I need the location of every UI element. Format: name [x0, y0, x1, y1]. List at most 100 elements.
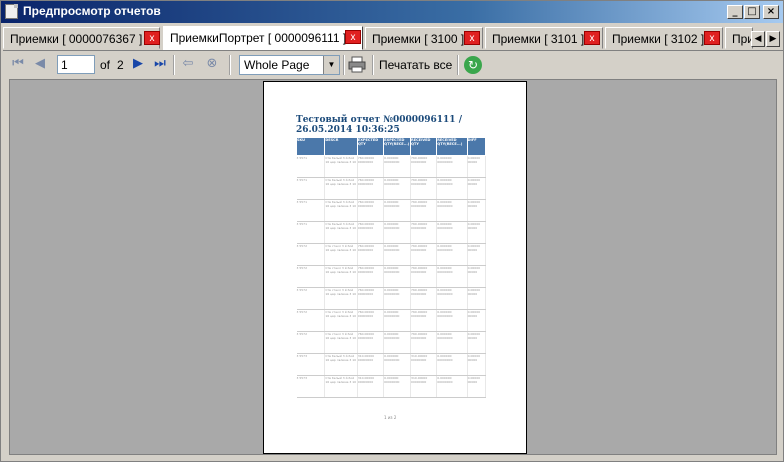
table-cell: 3 5573	[296, 375, 326, 398]
table-cell: 760.00000 00000000	[357, 243, 385, 266]
report-page: Тестовый отчет №0000096111 / 26.05.2014 …	[263, 81, 527, 454]
previous-page-icon[interactable]: ◀	[31, 55, 49, 73]
table-cell: 3 5572	[296, 243, 326, 266]
next-page-icon[interactable]: ▶	[129, 55, 147, 73]
toolbar-separator	[457, 55, 459, 75]
table-cell: Ств стекл 3 й бой 16 цвр лвлиме 3 10	[324, 287, 358, 310]
table-cell: Ств стекл 3 й бой 16 цвр лвлиме 3 10	[324, 243, 358, 266]
table-cell: 0.00000 00000	[467, 177, 487, 200]
column-header: EXPECTED QTY	[356, 137, 385, 156]
table-row: 3 5572 Ств стекл 3 й бой 16 цвр лвлиме 3 …	[296, 331, 487, 354]
table-cell: 760.00000 00000000	[410, 155, 438, 178]
tab-report[interactable]: Приемки [ 3100 ] x	[365, 27, 483, 49]
table-cell: 0.000000 00000000	[383, 221, 412, 244]
column-header: EXPECTED QTY(RECE...)	[383, 137, 412, 156]
table-cell: 0.00000 00000	[467, 155, 487, 178]
tab-report[interactable]: Приемки [ 3101 ] x	[485, 27, 603, 49]
table-row: 3 5571 Ств белый 3 й бой 16 цвр лвлиме 3 …	[296, 155, 487, 178]
close-tab-icon[interactable]: x	[345, 30, 361, 44]
toolbar-separator	[372, 55, 374, 75]
column-header: DIFF	[466, 137, 487, 156]
table-cell: 0.00000 00000	[467, 353, 487, 376]
table-cell: 760.00000 00000000	[410, 177, 438, 200]
table-cell: 310.00000 00000000	[357, 353, 385, 376]
table-cell: 0.000000 00000000	[383, 177, 412, 200]
tab-scroll-left-button[interactable]: ◀	[751, 31, 765, 47]
table-cell: 760.00000 00000000	[410, 287, 438, 310]
tab-scroll-right-button[interactable]: ▶	[766, 31, 780, 47]
refresh-icon[interactable]: ↻	[464, 56, 482, 74]
document-icon	[5, 4, 18, 19]
report-viewer[interactable]: Тестовый отчет №0000096111 / 26.05.2014 …	[9, 79, 777, 455]
table-cell: 760.00000 00000000	[357, 309, 385, 332]
toolbar-separator	[343, 55, 345, 75]
table-cell: 760.00000 00000000	[410, 309, 438, 332]
table-cell: 3 5571	[296, 177, 326, 200]
tab-label: Приемки [ 3100 ]	[372, 32, 465, 46]
table-cell: 0.000000 00000000	[436, 287, 468, 310]
title-bar[interactable]: Предпросмотр отчетов _ □ ×	[1, 1, 783, 23]
table-cell: 760.00000 00000000	[357, 287, 385, 310]
table-cell: 0.000000 00000000	[436, 155, 468, 178]
back-icon[interactable]: ⇦	[179, 55, 197, 73]
table-cell: 0.000000 00000000	[436, 375, 468, 398]
maximize-button[interactable]: □	[744, 5, 760, 19]
tab-label: Приемки [ 3102 ]	[612, 32, 705, 46]
table-cell: 0.000000 00000000	[383, 375, 412, 398]
report-table: SKU DESCR EXPECTED QTY EXPECTED QTY(RECE…	[295, 137, 487, 398]
table-cell: Ств стекл 3 й бой 16 цвр лвлиме 3 10	[324, 331, 358, 354]
zoom-value: Whole Page	[244, 58, 310, 72]
table-cell: 760.00000 00000000	[410, 199, 438, 222]
table-cell: 3 5571	[296, 199, 326, 222]
table-cell: 310.00000 00000000	[410, 375, 438, 398]
close-tab-icon[interactable]: x	[704, 31, 720, 45]
table-cell: 0.000000 00000000	[436, 199, 468, 222]
table-cell: 760.00000 00000000	[357, 177, 385, 200]
table-row: 3 5573 Ств белый 3 й бой 16 цвр лвлиме 3 …	[296, 353, 487, 376]
table-cell: Ств стекл 3 й бой 16 цвр лвлиме 3 10	[324, 265, 358, 288]
page-footer: 1 из 2	[384, 415, 397, 420]
first-page-icon[interactable]: ⏮	[9, 55, 27, 73]
table-cell: 760.00000 00000000	[357, 155, 385, 178]
close-tab-icon[interactable]: x	[464, 31, 480, 45]
last-page-icon[interactable]: ⏭	[151, 55, 169, 73]
table-cell: 0.00000 00000	[467, 309, 487, 332]
chevron-down-icon[interactable]: ▼	[323, 56, 339, 74]
table-cell: 0.000000 00000000	[383, 309, 412, 332]
table-cell: 0.000000 00000000	[436, 353, 468, 376]
table-cell: 0.000000 00000000	[383, 331, 412, 354]
table-cell: Ств белый 3 й бой 16 цвр лвлиме 3 10	[324, 155, 358, 178]
table-cell: 0.000000 00000000	[436, 221, 468, 244]
table-cell: 310.00000 00000000	[410, 353, 438, 376]
table-cell: 0.000000 00000000	[383, 265, 412, 288]
printer-icon[interactable]	[348, 56, 366, 73]
table-cell: 3 5572	[296, 309, 326, 332]
close-tab-icon[interactable]: x	[144, 31, 160, 45]
table-cell: 760.00000 00000000	[410, 243, 438, 266]
tab-report[interactable]: Приемки [ 3102 ] x	[605, 27, 723, 49]
table-cell: Ств белый 3 й бой 16 цвр лвлиме 3 10	[324, 221, 358, 244]
zoom-select[interactable]: Whole Page ▼	[239, 55, 340, 75]
tab-report[interactable]: ПриемкиПортрет [ 0000096111 ] x	[163, 26, 363, 50]
tab-label: Приемки [ 0000076367 ]	[10, 32, 143, 46]
tab-report[interactable]: Приемки [ 0000076367 ] x	[3, 27, 160, 49]
table-cell: 0.000000 00000000	[383, 243, 412, 266]
table-cell: 0.00000 00000	[467, 331, 487, 354]
tab-report[interactable]: При	[725, 27, 754, 49]
close-tab-icon[interactable]: x	[584, 31, 600, 45]
minimize-button[interactable]: _	[727, 5, 743, 19]
close-window-button[interactable]: ×	[763, 5, 779, 19]
table-cell: 760.00000 00000000	[410, 265, 438, 288]
print-all-button[interactable]: Печатать все	[379, 58, 452, 72]
table-cell: 3 5573	[296, 353, 326, 376]
table-cell: 0.00000 00000	[467, 287, 487, 310]
table-cell: Ств белый 3 й бой 16 цвр лвлиме 3 10	[324, 199, 358, 222]
table-cell: 0.000000 00000000	[436, 265, 468, 288]
table-cell: 760.00000 00000000	[357, 199, 385, 222]
of-label: of	[100, 58, 111, 72]
stop-icon[interactable]: ⊗	[203, 55, 221, 73]
page-number-input[interactable]	[57, 55, 95, 74]
table-cell: 0.000000 00000000	[383, 287, 412, 310]
column-header: SKU	[295, 137, 326, 156]
table-row: 3 5572 Ств стекл 3 й бой 16 цвр лвлиме 3 …	[296, 309, 487, 332]
